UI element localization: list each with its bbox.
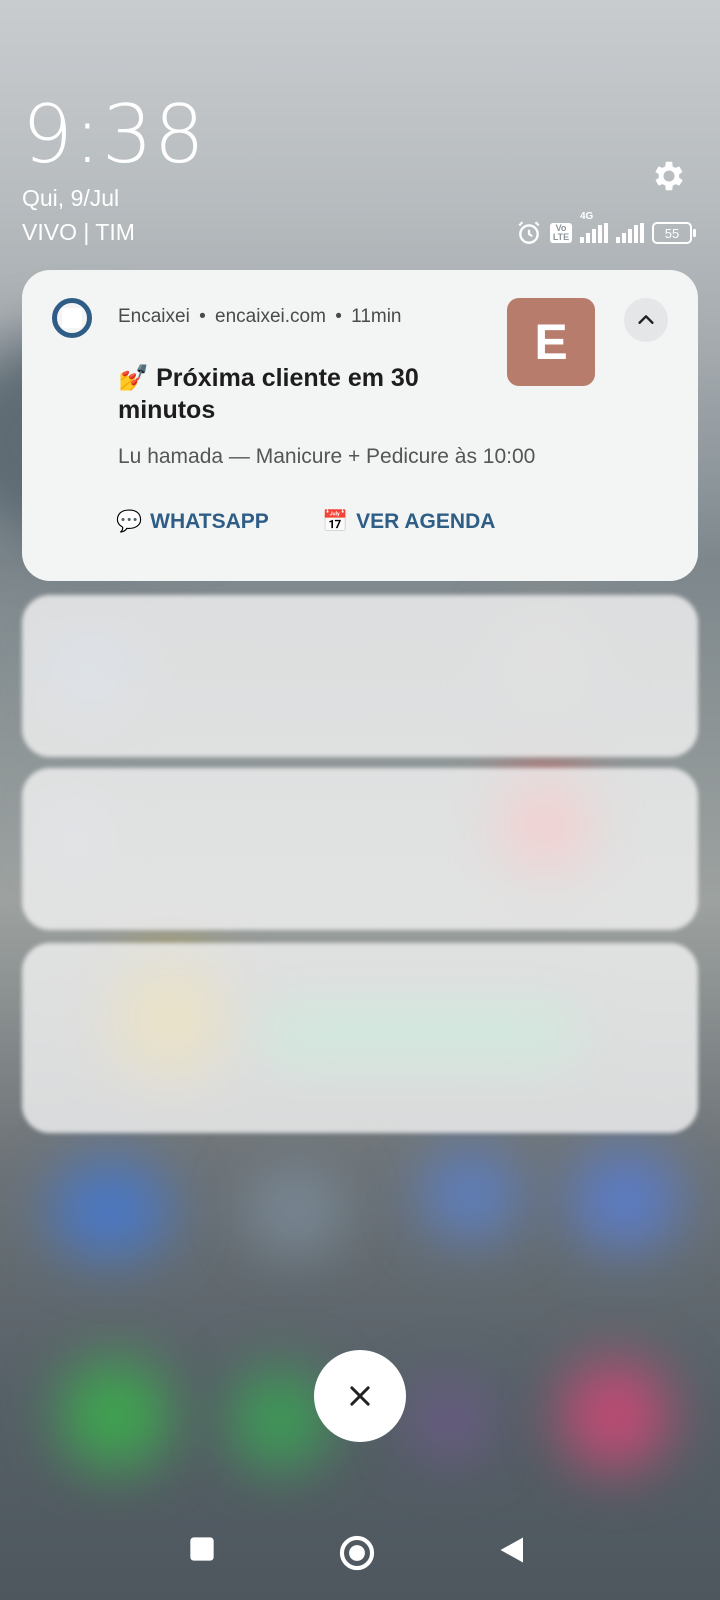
blurred-notification-card — [22, 768, 698, 930]
nail-polish-emoji-icon: 💅 — [118, 364, 150, 392]
notification-title-text: Próxima cliente em 30 minutos — [118, 364, 419, 424]
recents-square-icon[interactable] — [188, 1535, 216, 1568]
battery-icon: 55 — [652, 222, 696, 244]
ver-agenda-action-button[interactable]: 📅 VER AGENDA — [322, 510, 495, 534]
notification-header: Encaixei • encaixei.com • 11min — [118, 306, 402, 328]
alarm-icon — [518, 221, 540, 244]
signal-icon — [616, 223, 644, 243]
whatsapp-action-button[interactable]: 💬 WHATSAPP — [116, 510, 269, 534]
status-bar-icons: Vo LTE 4G 55 — [516, 211, 696, 246]
blurred-notification-card — [22, 595, 698, 757]
separator: • — [199, 306, 206, 327]
settings-gear-icon[interactable] — [650, 157, 688, 195]
volte-icon: Vo LTE — [550, 223, 572, 243]
separator: • — [335, 306, 342, 327]
app-name: Encaixei — [118, 306, 190, 327]
signal-4g-icon: 4G — [580, 211, 608, 243]
ver-agenda-action-label: VER AGENDA — [356, 510, 496, 533]
home-circle-icon[interactable] — [338, 1534, 376, 1577]
speech-bubble-icon: 💬 — [116, 510, 143, 533]
notification-card[interactable]: Encaixei • encaixei.com • 11min E 💅 Próx… — [22, 270, 698, 581]
blurred-notification-card — [22, 943, 698, 1133]
app-icon — [52, 298, 92, 338]
calendar-icon: 📅 — [322, 510, 349, 533]
collapse-chevron-up-icon[interactable] — [624, 298, 668, 342]
app-domain: encaixei.com — [215, 306, 326, 327]
notification-thumbnail: E — [507, 298, 595, 386]
battery-level: 55 — [664, 225, 680, 241]
clock: 9:38 — [22, 88, 206, 181]
notification-title: 💅 Próxima cliente em 30 minutos — [118, 362, 448, 426]
date: Qui, 9/Jul — [22, 185, 120, 211]
back-triangle-icon[interactable] — [498, 1535, 528, 1570]
time-ago: 11min — [351, 306, 402, 327]
notification-body: Lu hamada — Manicure + Pedicure às 10:00 — [118, 445, 536, 468]
carrier-name: VIVO | TIM — [22, 219, 135, 245]
whatsapp-action-label: WHATSAPP — [150, 510, 269, 533]
clear-notifications-close-icon[interactable] — [314, 1350, 406, 1442]
